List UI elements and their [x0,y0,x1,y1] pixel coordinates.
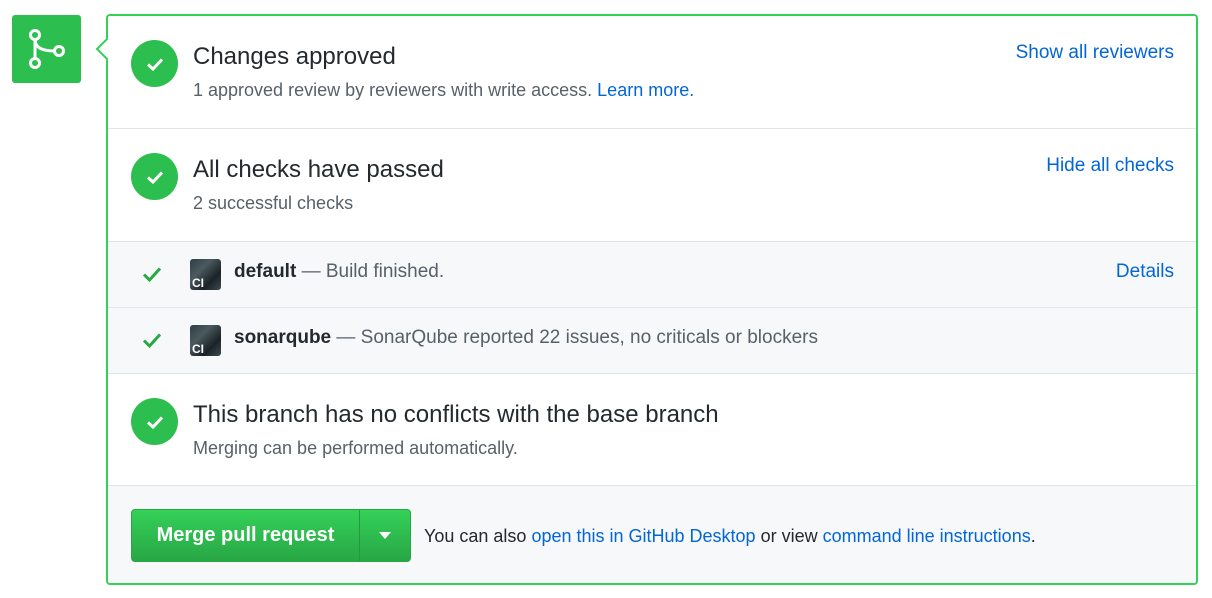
checks-subtext: 2 successful checks [193,193,354,213]
merge-alternatives-note: You can also open this in GitHub Desktop… [424,526,1036,547]
check-description: — SonarQube reported 22 issues, no criti… [336,327,818,348]
open-in-desktop-link[interactable]: open this in GitHub Desktop [531,526,755,546]
note-middle: or view [760,526,818,546]
check-name: default [234,261,297,282]
conflicts-section: This branch has no conflicts with the ba… [108,374,1196,486]
ci-avatar: CI [190,325,221,356]
note-prefix: You can also [424,526,527,546]
triangle-down-icon [379,531,391,539]
conflicts-status-check-icon [131,398,178,445]
hide-all-checks-link[interactable]: Hide all checks [1046,155,1174,177]
merge-button-group: Merge pull request [131,509,411,562]
merge-status-panel: Changes approved 1 approved review by re… [95,14,1198,585]
check-row: CI default — Build finished. Details [108,242,1196,308]
check-text: default — Build finished. [234,261,444,283]
check-details-link[interactable]: Details [1116,261,1174,283]
checks-title: All checks have passed [193,156,444,183]
approval-section: Changes approved 1 approved review by re… [108,16,1196,129]
conflicts-title: This branch has no conflicts with the ba… [193,401,719,428]
command-line-instructions-link[interactable]: command line instructions [823,526,1031,546]
check-row: CI sonarqube — SonarQube reported 22 iss… [108,308,1196,374]
ci-avatar: CI [190,259,221,290]
checks-status-check-icon [131,153,178,200]
git-merge-icon [28,29,65,69]
approval-description: 1 approved review by reviewers with writ… [193,80,593,100]
checks-section: All checks have passed 2 successful chec… [108,129,1196,242]
approval-subtext: 1 approved review by reviewers with writ… [193,80,694,101]
conflicts-subtext: Merging can be performed automatically. [193,438,518,458]
show-all-reviewers-link[interactable]: Show all reviewers [1016,42,1174,64]
merge-pull-request-button[interactable]: Merge pull request [132,510,359,561]
note-suffix: . [1030,526,1036,546]
check-description: — Build finished. [301,261,445,282]
approval-title: Changes approved [193,43,396,70]
check-icon [142,333,162,349]
check-name: sonarqube [234,327,332,348]
git-merge-badge [12,15,81,83]
approval-status-check-icon [131,40,178,87]
learn-more-link[interactable]: Learn more. [597,80,694,100]
check-icon [142,267,162,283]
check-text: sonarqube — SonarQube reported 22 issues… [234,327,818,349]
merge-options-dropdown[interactable] [359,510,410,561]
merge-section: Merge pull request You can also open thi… [108,486,1196,583]
